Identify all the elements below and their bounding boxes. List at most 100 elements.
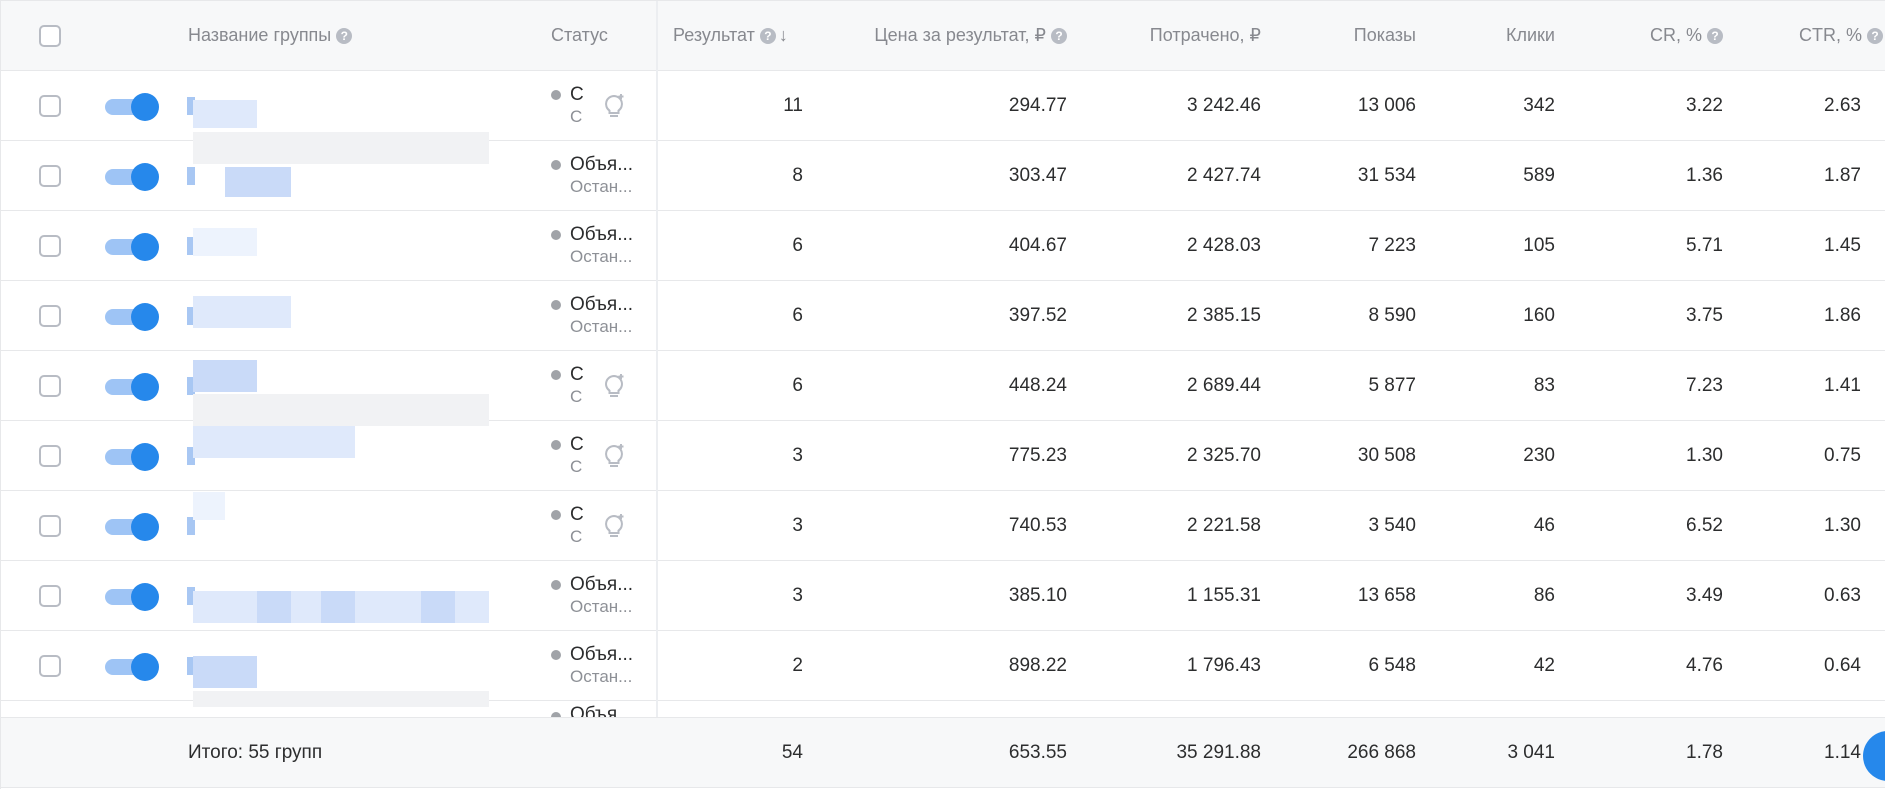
help-icon[interactable]: ? — [336, 27, 353, 44]
select-all-checkbox[interactable] — [39, 24, 61, 47]
cell-cr: 4.76 — [1686, 654, 1723, 676]
total-clicks: 3 041 — [1507, 741, 1555, 763]
cell-price: 294.77 — [1008, 94, 1067, 116]
cell-spent: 2 385.15 — [1187, 304, 1261, 326]
row-checkbox[interactable] — [39, 585, 61, 607]
row-checkbox[interactable] — [39, 375, 61, 397]
lightbulb-icon[interactable] — [599, 371, 629, 401]
header-clicks[interactable]: Клики — [1451, 1, 1555, 70]
table-row: С С 3 740.53 2 221.58 3 540 46 6.52 1.30 — [1, 491, 1885, 561]
redacted-group-name — [193, 426, 355, 458]
header-result[interactable]: Результат ? ↓ — [673, 1, 803, 70]
row-checkbox[interactable] — [39, 655, 61, 677]
redacted-group-name — [321, 591, 355, 623]
header-status[interactable]: Статус — [551, 1, 651, 70]
cell-result: 6 — [792, 234, 803, 256]
redacted-group-name — [257, 591, 291, 623]
status-main-text: Объя... — [570, 224, 634, 245]
help-icon[interactable]: ? — [1051, 27, 1067, 44]
row-toggle[interactable] — [105, 651, 159, 681]
lightbulb-icon[interactable] — [599, 441, 629, 471]
header-ctr[interactable]: CTR, % ? — [1761, 1, 1883, 70]
row-toggle[interactable] — [105, 511, 159, 541]
cell-price: 740.53 — [1008, 514, 1067, 536]
redacted-group-name — [193, 132, 489, 164]
cell-price: 775.23 — [1008, 444, 1067, 466]
toggle-knob — [131, 373, 159, 401]
cell-impressions: 6 548 — [1368, 654, 1416, 676]
cell-clicks: 105 — [1523, 234, 1555, 256]
ad-groups-table: Название группы ? Статус Результат ? ↓ Ц… — [0, 0, 1885, 789]
cell-clicks: 42 — [1533, 654, 1555, 676]
header-result-label: Результат — [673, 25, 755, 45]
redacted-group-name — [421, 591, 455, 623]
cell-spent: 2 221.58 — [1187, 514, 1261, 536]
cell-price: 385.10 — [1008, 584, 1067, 606]
help-icon[interactable]: ? — [759, 27, 776, 44]
header-cr[interactable]: CR, % ? — [1601, 1, 1723, 70]
cell-price: 303.47 — [1008, 164, 1067, 186]
status-sub-text: С — [570, 457, 583, 476]
row-toggle[interactable] — [105, 91, 159, 121]
row-toggle[interactable] — [105, 581, 159, 611]
status-sub-text: С — [570, 387, 583, 406]
redacted-group-name — [193, 100, 257, 128]
row-toggle[interactable] — [105, 301, 159, 331]
header-price[interactable]: Цена за результат, ₽ ? — [831, 1, 1067, 70]
help-icon[interactable]: ? — [1707, 27, 1723, 44]
row-toggle[interactable] — [105, 161, 159, 191]
lightbulb-icon[interactable] — [599, 511, 629, 541]
cell-impressions: 3 540 — [1368, 514, 1416, 536]
toggle-knob — [131, 583, 159, 611]
help-icon[interactable]: ? — [1867, 27, 1883, 44]
table-footer: Итого: 55 групп 54 653.55 35 291.88 266 … — [1, 717, 1885, 788]
header-impressions[interactable]: Показы — [1301, 1, 1416, 70]
status-dot — [551, 160, 561, 170]
row-toggle[interactable] — [105, 441, 159, 471]
header-price-label: Цена за результат, ₽ — [874, 25, 1046, 45]
cell-ctr: 1.41 — [1824, 374, 1861, 396]
row-checkbox[interactable] — [39, 235, 61, 257]
status-sub-text: С — [570, 527, 583, 546]
status-sub-text: Остан... — [570, 317, 633, 336]
cell-impressions: 13 658 — [1357, 584, 1416, 606]
cell-cr: 1.36 — [1686, 164, 1723, 186]
group-name-link[interactable] — [187, 167, 195, 185]
table-row-partial: Объя... — [1, 701, 1885, 717]
row-toggle[interactable] — [105, 231, 159, 261]
cell-spent: 2 689.44 — [1187, 374, 1261, 396]
lightbulb-icon[interactable] — [599, 91, 629, 121]
row-checkbox[interactable] — [39, 95, 61, 117]
cell-price: 448.24 — [1008, 374, 1067, 396]
table-row: С С 11 294.77 3 242.46 13 006 342 3.22 2… — [1, 71, 1885, 141]
sort-down-icon[interactable]: ↓ — [779, 25, 788, 46]
cell-spent: 2 427.74 — [1187, 164, 1261, 186]
cell-result: 3 — [792, 444, 803, 466]
header-spent[interactable]: Потрачено, ₽ — [1101, 1, 1261, 70]
status-main-text: С — [570, 364, 584, 385]
redacted-group-name — [225, 167, 291, 197]
cell-ctr: 2.63 — [1824, 94, 1861, 116]
total-label: Итого: 55 групп — [188, 741, 323, 763]
cell-result: 3 — [792, 514, 803, 536]
cell-price: 404.67 — [1008, 234, 1067, 256]
redacted-group-name — [193, 656, 257, 688]
cell-cr: 3.22 — [1686, 94, 1723, 116]
cell-cr: 3.75 — [1686, 304, 1723, 326]
cell-clicks: 160 — [1523, 304, 1555, 326]
row-checkbox[interactable] — [39, 445, 61, 467]
cell-result: 8 — [792, 164, 803, 186]
cell-cr: 1.30 — [1686, 444, 1723, 466]
cell-spent: 3 242.46 — [1187, 94, 1261, 116]
cell-ctr: 1.45 — [1824, 234, 1861, 256]
row-checkbox[interactable] — [39, 305, 61, 327]
cell-ctr: 1.86 — [1824, 304, 1861, 326]
row-checkbox[interactable] — [39, 165, 61, 187]
toggle-knob — [131, 443, 159, 471]
cell-cr: 5.71 — [1686, 234, 1723, 256]
status-dot — [551, 650, 561, 660]
header-name[interactable]: Название группы ? — [188, 1, 488, 70]
row-toggle[interactable] — [105, 371, 159, 401]
row-checkbox[interactable] — [39, 515, 61, 537]
cell-spent: 1 155.31 — [1187, 584, 1261, 606]
